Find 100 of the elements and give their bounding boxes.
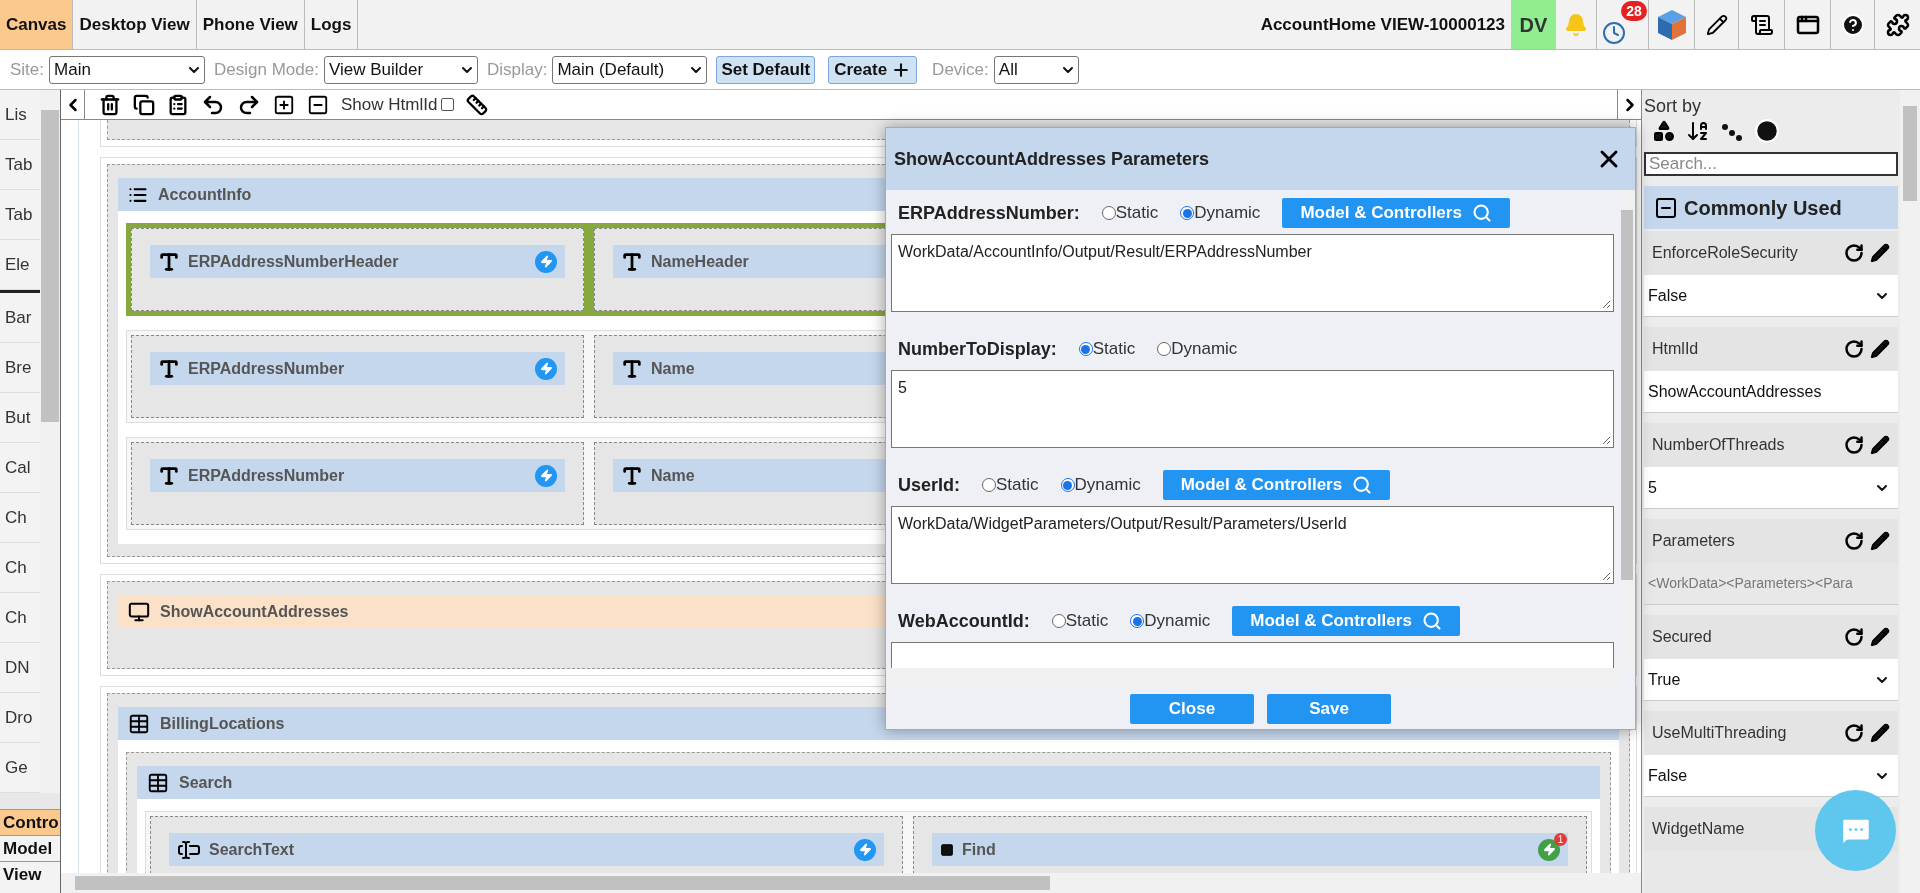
radio-label: Static [996, 474, 1039, 497]
refresh-icon[interactable] [1844, 531, 1864, 551]
component-header[interactable]: SearchText [169, 833, 884, 866]
sort-by-type-icon[interactable] [1652, 119, 1676, 143]
text-type-icon [158, 357, 180, 380]
toolbar-button[interactable]: Set Default [716, 55, 816, 84]
property-label: Parameters [1652, 531, 1735, 551]
edit-icon[interactable] [1870, 339, 1890, 359]
radio-button[interactable] [1157, 342, 1172, 356]
radio-button[interactable] [1078, 342, 1093, 356]
field-label: Site: [10, 58, 45, 81]
text-type-icon [621, 357, 643, 380]
radio-label: Dynamic [1171, 338, 1238, 361]
field-label: Display: [486, 58, 548, 81]
parameter-label: UserId: [898, 473, 960, 497]
property-value: <WorkData><Parameters><Para [1644, 563, 1898, 605]
paste-icon[interactable] [167, 93, 189, 116]
property-input[interactable]: ShowAccountAddresses [1644, 371, 1898, 413]
scrollbar-thumb[interactable] [75, 876, 1050, 890]
ruler-icon[interactable] [466, 93, 489, 116]
panel-tab[interactable]: Contro [0, 809, 60, 835]
widget-label: ShowAccountAddresses [160, 601, 349, 622]
radio-label: Static [1092, 338, 1136, 361]
parameter-label: NumberToDisplay: [898, 337, 1057, 361]
top-tab[interactable]: Canvas [0, 0, 74, 49]
component-label: SearchText [209, 839, 295, 860]
edit-icon[interactable] [1870, 723, 1890, 743]
event-icon[interactable] [854, 838, 876, 861]
property-label: EnforceRoleSecurity [1652, 243, 1798, 263]
edit-icon[interactable] [1870, 627, 1890, 647]
field-label: Device: [932, 58, 989, 81]
notification-badge: 28 [1621, 1, 1647, 21]
event-icon[interactable] [1538, 838, 1560, 861]
create-button[interactable]: Create [828, 55, 918, 84]
search-field[interactable]: Search... [1644, 152, 1898, 176]
scrollbar-thumb[interactable] [41, 110, 59, 422]
property-label: HtmlId [1652, 339, 1699, 359]
dropdown[interactable]: All [993, 55, 1079, 84]
refresh-icon[interactable] [1844, 627, 1864, 647]
square-icon [940, 842, 954, 857]
refresh-icon[interactable] [1844, 435, 1864, 455]
edit-icon[interactable] [1870, 531, 1890, 551]
value-textarea[interactable]: WorkData/WidgetParameters/Output/Result/Parameters/UserId [891, 506, 1614, 584]
resize-grip-icon [1601, 571, 1611, 581]
property-dropdown[interactable]: True [1644, 659, 1898, 701]
sort-alphabetical-icon[interactable] [1686, 119, 1710, 143]
collapse-all-icon[interactable] [307, 93, 329, 116]
radio-button[interactable] [1180, 206, 1195, 220]
user-avatar[interactable]: DV [1511, 0, 1556, 49]
scrollbar-thumb[interactable] [1621, 210, 1633, 580]
property-label: NumberOfThreads [1652, 435, 1785, 455]
component-label: Find [962, 839, 996, 860]
delete-icon[interactable] [99, 93, 121, 116]
property-label: Secured [1652, 627, 1712, 647]
refresh-icon[interactable] [1844, 339, 1864, 359]
edit-icon[interactable] [1870, 435, 1890, 455]
dropdown[interactable]: View Builder [323, 55, 478, 84]
value-textarea[interactable]: WorkData/AccountInfo/Output/Result/ERPAddressNumber [891, 234, 1614, 312]
widget-header[interactable]: Search [137, 766, 1600, 799]
property-dropdown[interactable]: 5 [1644, 467, 1898, 509]
field-label: Design Mode: [214, 58, 319, 81]
text-type-icon [621, 250, 643, 273]
event-icon[interactable] [535, 357, 557, 380]
component-header[interactable]: Find 1 [932, 833, 1568, 866]
event-count-badge: 1 [1554, 832, 1567, 846]
radio-button[interactable] [1051, 614, 1066, 628]
clock-icon[interactable] [1602, 21, 1626, 45]
table-icon [147, 771, 169, 794]
radio-button[interactable] [1101, 206, 1116, 220]
component-header[interactable]: ERPAddressNumber [150, 352, 565, 385]
checkbox-label: Show HtmlId [341, 93, 438, 116]
expand-all-icon[interactable] [273, 93, 295, 116]
grid-row[interactable]: SearchText Find 1 [145, 811, 1592, 873]
collapse-group-icon[interactable] [1654, 195, 1678, 220]
group-title: Commonly Used [1684, 195, 1842, 221]
dropdown[interactable]: Main [49, 55, 206, 84]
radio-button[interactable] [982, 478, 996, 492]
event-icon[interactable] [535, 464, 557, 487]
checkbox[interactable] [441, 98, 455, 111]
property-dropdown[interactable]: False [1644, 755, 1898, 797]
component-header[interactable]: ERPAddressNumber [150, 459, 565, 492]
component-label: ERPAddressNumberHeader [188, 251, 399, 272]
radio-button[interactable] [1130, 614, 1145, 628]
radio-button[interactable] [1060, 478, 1075, 492]
refresh-icon[interactable] [1844, 243, 1864, 263]
resize-grip-icon [1601, 435, 1611, 445]
scrollbar-thumb[interactable] [1903, 106, 1917, 201]
edit-icon[interactable] [1870, 243, 1890, 263]
property-label: UseMultiThreading [1652, 723, 1787, 743]
component-header[interactable]: ERPAddressNumberHeader [150, 245, 565, 278]
dropdown[interactable]: Main (Default) [552, 55, 708, 84]
value-textarea[interactable]: 5 [891, 370, 1614, 448]
search-icon [1352, 475, 1373, 495]
component-label: ERPAddressNumber [188, 465, 345, 486]
copy-icon[interactable] [133, 93, 155, 116]
table-icon [128, 712, 150, 735]
refresh-icon[interactable] [1844, 723, 1864, 743]
property-dropdown[interactable]: False [1644, 275, 1898, 317]
event-icon[interactable] [535, 250, 557, 273]
component-label: NameHeader [651, 251, 749, 272]
